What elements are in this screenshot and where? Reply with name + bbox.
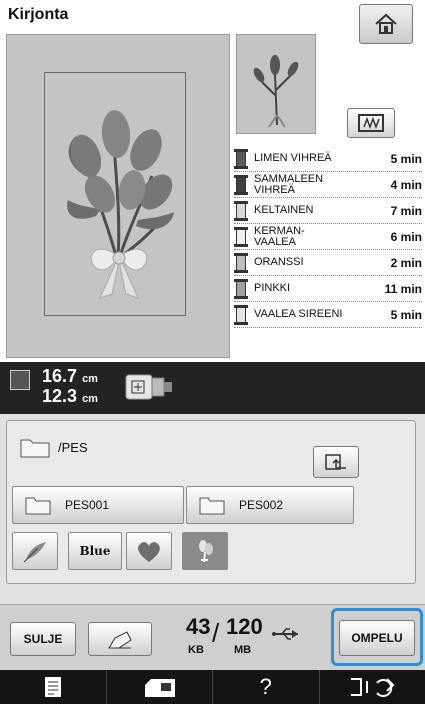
thread-row: KELTAINEN 7 min: [234, 198, 422, 224]
sewing-view-icon: [358, 114, 384, 132]
close-label: SULJE: [23, 632, 63, 646]
folder-button-pes002[interactable]: PES002: [186, 486, 354, 524]
design-size-bar: 16.7 cm 12.3 cm: [0, 362, 425, 414]
embroidery-frame-icon: [125, 374, 172, 400]
folder-up-button[interactable]: [313, 446, 359, 478]
help-icon: ?: [259, 674, 272, 699]
flower-design-icon: [199, 540, 213, 563]
file-thumb-heart[interactable]: [126, 532, 172, 570]
heart-design-icon: [138, 542, 160, 562]
width-value: 12.3: [42, 386, 78, 406]
file-thumb-blue-text[interactable]: Blue: [68, 532, 122, 570]
thread-spool-icon: [234, 200, 248, 221]
design-thumbnail: [236, 34, 316, 134]
current-path: /PES: [58, 440, 88, 455]
home-icon: [375, 13, 397, 34]
screen-title: Kirjonta: [8, 6, 69, 23]
sew-button[interactable]: OMPELU: [339, 620, 415, 656]
memory-mb-unit: MB: [234, 644, 252, 656]
thread-name: ORANSSI: [254, 256, 304, 268]
footer-machine-button[interactable]: [107, 670, 213, 704]
thread-row: LIMEN VIHREÄ 5 min: [234, 146, 422, 172]
folder-label: PES001: [65, 498, 110, 512]
design-height: 16.7 cm: [42, 366, 98, 387]
thread-name: VAALEA SIREENI: [254, 308, 343, 320]
size-dimension-icon: [10, 370, 30, 390]
thread-spool-icon: [234, 148, 248, 169]
thread-name: LIMEN VIHREÄ: [254, 152, 332, 164]
sew-label: OMPELU: [351, 631, 403, 645]
usb-icon: [272, 628, 298, 640]
threading-icon: [351, 678, 395, 697]
memory-mb-readout: 120 MB: [226, 614, 270, 664]
footer-bar: ?: [0, 670, 425, 704]
delete-button[interactable]: [88, 622, 152, 656]
thread-row: SAMMALEEN VIHREÄ 4 min: [234, 172, 422, 198]
leaf-design-icon: [23, 542, 46, 563]
flower-embroidery-design: [67, 110, 174, 299]
thread-time: 2 min: [390, 255, 422, 270]
folder-icon: [199, 497, 225, 515]
thread-time: 5 min: [390, 151, 422, 166]
home-button[interactable]: [359, 4, 413, 44]
slash-divider: /: [212, 618, 220, 648]
sewing-machine-icon: [145, 679, 176, 697]
change-view-button[interactable]: [347, 108, 395, 138]
thread-time: 5 min: [390, 307, 422, 322]
footer-threading-button[interactable]: [320, 670, 425, 704]
file-thumb-leaf[interactable]: [12, 532, 58, 570]
thread-name: SAMMALEEN VIHREÄ: [254, 172, 324, 196]
folder-icon: [25, 497, 51, 515]
thread-name: KELTAINEN: [254, 204, 314, 216]
thread-time: 6 min: [390, 229, 422, 244]
thread-row: KERMAN- VAALEA 6 min: [234, 224, 422, 250]
thread-name: PINKKI: [254, 282, 291, 294]
thread-name: KERMAN- VAALEA: [254, 224, 305, 248]
design-width: 12.3 cm: [42, 386, 98, 407]
memory-mb-value: 120: [226, 614, 263, 639]
thread-row: ORANSSI 2 min: [234, 250, 422, 276]
folder-open-icon: [20, 439, 50, 458]
thread-color-list: LIMEN VIHREÄ 5 min SAMMALEEN VIHREÄ 4 mi…: [234, 146, 422, 328]
document-icon: [44, 677, 61, 697]
file-thumb-text: Blue: [79, 544, 111, 558]
width-unit: cm: [82, 393, 98, 405]
close-button[interactable]: SULJE: [10, 622, 76, 656]
footer-help-button[interactable]: ?: [213, 670, 320, 704]
thread-spool-icon: [234, 252, 248, 273]
height-unit: cm: [82, 373, 98, 385]
eraser-icon: [108, 631, 132, 649]
flower-thumbnail-icon: [253, 55, 299, 128]
folder-label: PES002: [239, 498, 284, 512]
thread-time: 7 min: [390, 203, 422, 218]
memory-kb-value: 43: [186, 614, 211, 639]
memory-kb-readout: 43 KB /: [182, 614, 222, 664]
thread-row: VAALEA SIREENI 5 min: [234, 302, 422, 328]
footer-document-button[interactable]: [0, 670, 107, 704]
thread-row: PINKKI 11 min: [234, 276, 422, 302]
height-value: 16.7: [42, 366, 78, 386]
memory-kb-unit: KB: [188, 644, 204, 656]
file-thumb-flower-selected[interactable]: [182, 532, 228, 570]
thread-spool-icon: [234, 304, 248, 325]
thread-spool-icon: [234, 278, 248, 299]
thread-time: 4 min: [390, 177, 422, 192]
thread-time: 11 min: [384, 281, 422, 296]
folder-up-icon: [325, 454, 346, 470]
thread-spool-icon: [234, 226, 248, 247]
thread-spool-icon: [234, 174, 248, 195]
folder-button-pes001[interactable]: PES001: [12, 486, 184, 524]
